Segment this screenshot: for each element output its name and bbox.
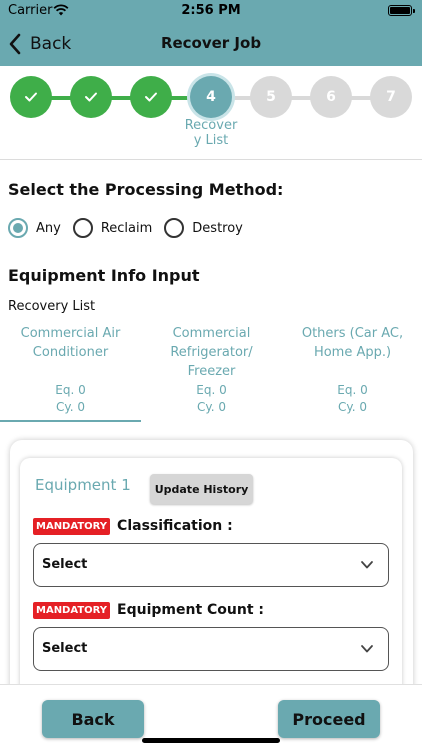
step-1[interactable]: [10, 76, 52, 118]
status-bar: Carrier 2:56 PM: [0, 0, 422, 22]
equipment-info-title: Equipment Info Input: [8, 266, 200, 285]
classification-value: Select: [42, 557, 88, 572]
radio-any[interactable]: [8, 218, 28, 238]
proceed-button[interactable]: Proceed: [278, 700, 380, 738]
equipment-count-value: Select: [42, 641, 88, 656]
tab-cy-count: Cy. 0: [55, 400, 86, 414]
classification-label: Classification :: [117, 518, 233, 534]
equipment-count-label: Equipment Count :: [117, 602, 265, 618]
step-6[interactable]: 6: [310, 76, 352, 118]
check-icon: [85, 92, 97, 102]
page-title: Recover Job: [160, 34, 262, 52]
mandatory-badge: MANDATORY: [33, 517, 111, 535]
processing-method-title: Select the Processing Method:: [8, 180, 284, 199]
tab-others[interactable]: Others (Car AC, Home App.) Eq. 0 Cy. 0: [282, 324, 422, 422]
equipment-title: Equipment 1: [35, 476, 131, 494]
back-button[interactable]: Back: [42, 700, 144, 738]
tab-commercial-refrigerator[interactable]: Commercial Refrigerator/ Freezer Eq. 0 C…: [141, 324, 282, 422]
equipment-count-label-row: MANDATORY Equipment Count :: [33, 600, 264, 620]
progress-stepper: 4 5 6 7 Recover y List: [0, 66, 422, 160]
battery-icon: [388, 5, 415, 16]
step-4[interactable]: 4: [190, 76, 232, 118]
tab-commercial-air-conditioner[interactable]: Commercial Air Conditioner Eq. 0 Cy. 0: [0, 324, 141, 422]
chevron-down-icon: [361, 561, 373, 569]
classification-label-row: MANDATORY Classification :: [33, 516, 233, 536]
status-time: 2:56 PM: [181, 3, 241, 18]
tab-name: Others (Car AC, Home App.): [301, 326, 404, 360]
app-header: Carrier 2:56 PM Back Recover Job: [0, 0, 422, 66]
update-history-button[interactable]: Update History: [150, 474, 253, 504]
stepper-line-done: [31, 96, 211, 100]
home-indicator: [142, 738, 280, 743]
radio-destroy[interactable]: [164, 218, 185, 238]
tab-name: Commercial Refrigerator/ Freezer: [170, 326, 253, 379]
recovery-list-tabs: Commercial Air Conditioner Eq. 0 Cy. 0 C…: [0, 324, 422, 422]
tab-name: Commercial Air Conditioner: [20, 326, 121, 360]
step-3[interactable]: [130, 76, 172, 118]
step-7[interactable]: 7: [370, 76, 412, 118]
tab-eq-count: Eq. 0: [55, 383, 86, 397]
chevron-down-icon: [361, 645, 373, 653]
equipment-count-select[interactable]: Select: [33, 627, 389, 671]
mandatory-badge: MANDATORY: [33, 601, 111, 619]
stepper-line-pending: [211, 96, 391, 100]
check-icon: [25, 92, 37, 102]
radio-any-label[interactable]: Any: [36, 221, 61, 236]
radio-reclaim[interactable]: [72, 218, 93, 238]
recovery-list-label: Recovery List: [8, 299, 96, 314]
step-5[interactable]: 5: [250, 76, 292, 118]
processing-method-radio-group: Any Reclaim Destroy: [8, 216, 255, 240]
active-step-caption: Recover y List: [184, 118, 238, 148]
tab-eq-count: Eq. 0: [196, 383, 227, 397]
radio-destroy-label[interactable]: Destroy: [192, 221, 243, 236]
tab-cy-count: Cy. 0: [337, 400, 368, 414]
active-tab-indicator: [0, 420, 141, 422]
check-icon: [145, 92, 157, 102]
tab-cy-count: Cy. 0: [196, 400, 227, 414]
radio-reclaim-label[interactable]: Reclaim: [101, 221, 152, 236]
tab-eq-count: Eq. 0: [337, 383, 368, 397]
step-2[interactable]: [70, 76, 112, 118]
classification-select[interactable]: Select: [33, 543, 389, 587]
